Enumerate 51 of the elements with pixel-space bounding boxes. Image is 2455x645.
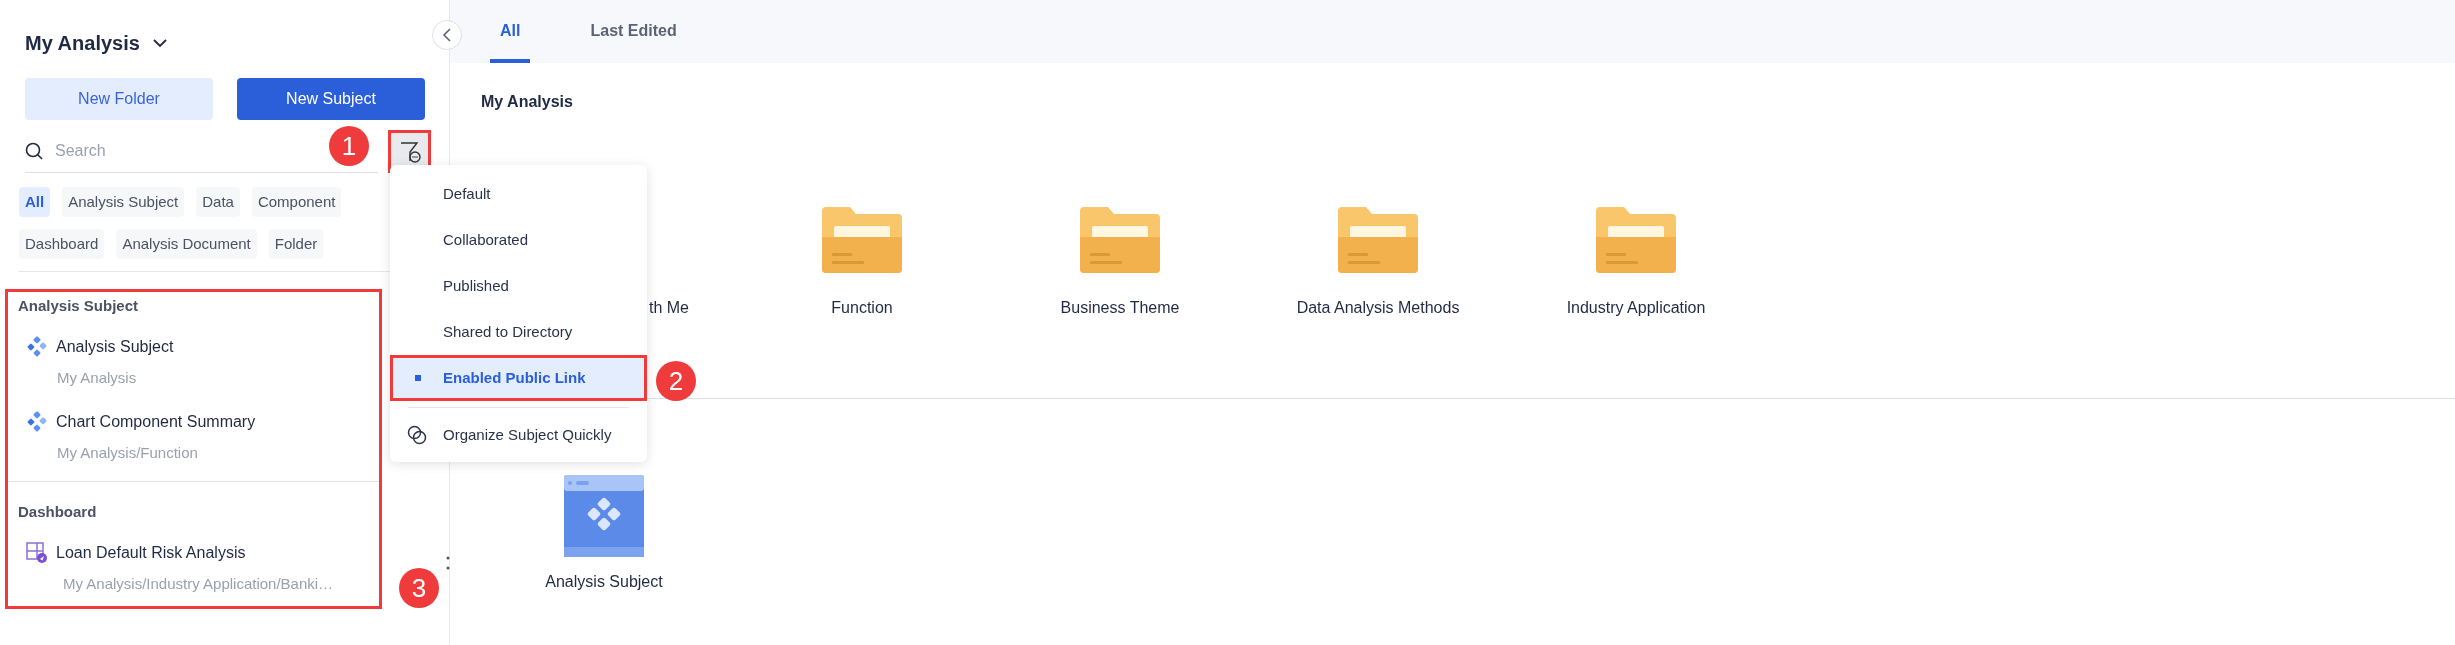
result-path: My Analysis/Function xyxy=(56,443,199,463)
collapse-button[interactable] xyxy=(432,20,462,50)
folder-label[interactable]: Industry Application xyxy=(1566,296,1706,320)
folder-icon xyxy=(820,207,904,273)
chevron-left-icon xyxy=(442,28,452,42)
view-tab[interactable]: All xyxy=(490,0,531,63)
result-path: My Analysis/Industry Application/Banki… xyxy=(62,574,335,594)
drag-handle-icon[interactable] xyxy=(445,555,451,571)
type-filter-chip[interactable]: Folder xyxy=(268,229,324,259)
type-filter-chip[interactable]: Analysis Document xyxy=(116,229,257,259)
new-button[interactable]: New Folder xyxy=(25,78,213,120)
folder-label[interactable]: Function xyxy=(831,296,893,320)
new-button[interactable]: New Subject xyxy=(237,78,425,120)
folder-icon xyxy=(1078,207,1162,273)
type-filter-chip[interactable]: Analysis Subject xyxy=(62,187,185,217)
group-heading: Dashboard xyxy=(17,502,98,522)
search-field[interactable]: Search xyxy=(55,136,255,166)
section-title: My Analysis xyxy=(480,92,574,112)
view-tab[interactable]: Last Edited xyxy=(580,0,687,63)
dashboard-icon xyxy=(26,542,48,564)
search-icon xyxy=(25,142,43,160)
organize-action[interactable]: Organize Subject Quickly xyxy=(390,414,647,456)
folder-icon xyxy=(1594,207,1678,273)
type-filter-chip[interactable]: Data xyxy=(196,187,240,217)
filter-option[interactable]: Published xyxy=(390,263,647,309)
result-title[interactable]: Chart Component Summary xyxy=(56,410,256,434)
overlapping-circles-icon xyxy=(406,425,427,445)
workspace-title: My Analysis xyxy=(25,31,140,56)
folder-label[interactable]: th Me xyxy=(649,296,689,320)
folder-label[interactable]: Data Analysis Methods xyxy=(1296,296,1460,320)
result-title[interactable]: Loan Default Risk Analysis xyxy=(56,541,246,565)
group-heading: Analysis Subject xyxy=(17,296,140,316)
filter-option[interactable]: Enabled Public Link xyxy=(390,355,647,401)
folder-icon xyxy=(1336,207,1420,273)
callout-number: 3 xyxy=(399,568,439,608)
diamond-icon xyxy=(26,411,48,433)
filter-option[interactable]: Default xyxy=(390,171,647,217)
result-title[interactable]: Analysis Subject xyxy=(56,335,174,359)
subject-thumbnail-icon[interactable] xyxy=(564,475,644,557)
callout-number: 1 xyxy=(329,126,369,166)
type-filter-chip[interactable]: Component xyxy=(251,187,342,217)
folder-label[interactable]: Business Theme xyxy=(1060,296,1180,320)
type-filter-chip[interactable]: Dashboard xyxy=(19,229,105,259)
result-path: My Analysis xyxy=(56,368,138,388)
diamond-icon xyxy=(26,336,48,358)
filter-option[interactable]: Collaborated xyxy=(390,217,647,263)
filter-option[interactable]: Shared to Directory xyxy=(390,309,647,355)
chevron-down-icon[interactable] xyxy=(151,38,168,48)
type-filter-chip[interactable]: All xyxy=(19,187,51,217)
callout-number: 2 xyxy=(656,361,696,401)
subject-label[interactable]: Analysis Subject xyxy=(545,570,663,594)
